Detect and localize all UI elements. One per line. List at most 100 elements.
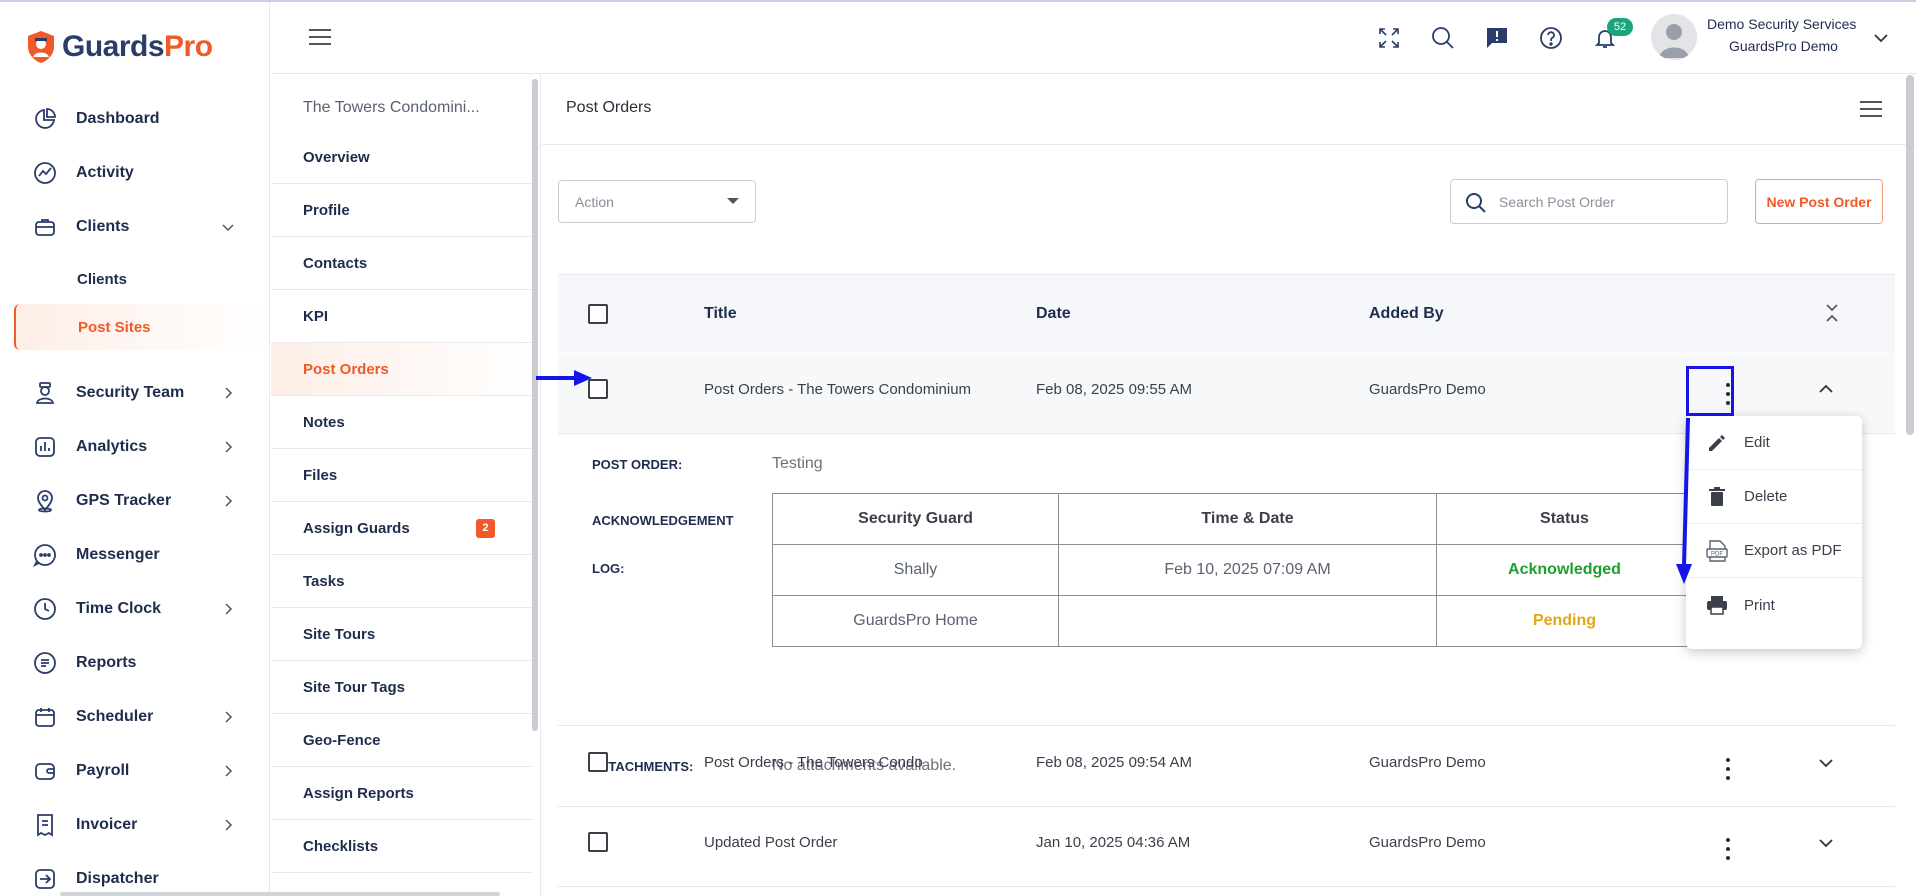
chevron-right-icon[interactable] bbox=[220, 601, 236, 617]
trash-icon bbox=[1704, 484, 1730, 510]
sidebar-item-analytics[interactable]: Analytics bbox=[0, 420, 270, 474]
feedback-icon[interactable] bbox=[1483, 24, 1511, 52]
help-icon[interactable] bbox=[1537, 24, 1565, 52]
menu-item-delete[interactable]: Delete bbox=[1686, 470, 1862, 524]
avatar[interactable] bbox=[1651, 14, 1697, 60]
row-title: Post Orders - The Towers Condominium bbox=[704, 381, 972, 398]
tab-geo-fence[interactable]: Geo-Fence bbox=[271, 714, 533, 767]
action-dropdown[interactable]: Action bbox=[558, 180, 756, 223]
tab-site-tours[interactable]: Site Tours bbox=[271, 608, 533, 661]
row-actions-menu: Edit Delete PDF Export as PDF Print bbox=[1686, 416, 1862, 649]
tab-assign-reports[interactable]: Assign Reports bbox=[271, 767, 533, 820]
sidebar-item-payroll[interactable]: Payroll bbox=[0, 744, 270, 798]
tab-kpi[interactable]: KPI bbox=[271, 290, 533, 343]
more-options-icon[interactable] bbox=[1723, 758, 1733, 780]
chevron-up-icon[interactable] bbox=[1818, 381, 1834, 397]
fullscreen-icon[interactable] bbox=[1375, 24, 1403, 52]
chevron-right-icon[interactable] bbox=[220, 439, 236, 455]
invoice-icon bbox=[30, 810, 60, 840]
chevron-down-icon[interactable] bbox=[220, 219, 236, 235]
tab-checklists[interactable]: Checklists bbox=[271, 820, 533, 873]
tab-overview[interactable]: Overview bbox=[271, 131, 533, 184]
sidebar-item-label: Time Clock bbox=[76, 600, 162, 617]
sidebar-item-reports[interactable]: Reports bbox=[0, 636, 270, 690]
select-all-checkbox[interactable] bbox=[588, 304, 608, 324]
submenu-scrollbar[interactable] bbox=[532, 79, 538, 731]
pdf-icon: PDF bbox=[1704, 538, 1730, 564]
new-post-order-button[interactable]: New Post Order bbox=[1755, 179, 1883, 224]
chat-icon bbox=[30, 540, 60, 570]
hamburger-menu-icon[interactable] bbox=[309, 28, 331, 46]
row-date: Jan 10, 2025 04:36 AM bbox=[1036, 834, 1191, 851]
chevron-down-icon[interactable] bbox=[1873, 30, 1889, 46]
chevron-down-icon[interactable] bbox=[1818, 755, 1834, 771]
logo[interactable]: GuardsPro bbox=[26, 30, 213, 64]
sidebar-item-security-team[interactable]: Security Team bbox=[0, 366, 270, 420]
sidebar: GuardsPro Dashboard Activity Clients Cli… bbox=[0, 2, 270, 896]
sidebar-item-gps-tracker[interactable]: GPS Tracker bbox=[0, 474, 270, 528]
sidebar-subitem-label: Post Sites bbox=[78, 318, 151, 336]
row-date: Feb 08, 2025 09:55 AM bbox=[1036, 381, 1192, 398]
page-scrollbar[interactable] bbox=[1906, 75, 1914, 435]
collapse-all-icon[interactable] bbox=[1825, 303, 1839, 323]
sidebar-subitem-clients[interactable]: Clients bbox=[0, 256, 270, 302]
briefcase-icon bbox=[30, 212, 60, 242]
tab-files[interactable]: Files bbox=[271, 449, 533, 502]
search-icon bbox=[1466, 193, 1486, 213]
ack-status-acknowledged: Acknowledged bbox=[1436, 544, 1693, 596]
chevron-right-icon[interactable] bbox=[220, 385, 236, 401]
sidebar-item-label: Invoicer bbox=[76, 816, 138, 833]
chevron-right-icon[interactable] bbox=[220, 817, 236, 833]
sidebar-item-invoicer[interactable]: Invoicer bbox=[0, 798, 270, 852]
chevron-down-icon[interactable] bbox=[1818, 835, 1834, 851]
column-header-title: Title bbox=[704, 305, 737, 322]
row-added-by: GuardsPro Demo bbox=[1369, 754, 1486, 771]
sidebar-subitem-post-sites[interactable]: Post Sites bbox=[14, 304, 264, 350]
tab-contacts[interactable]: Contacts bbox=[271, 237, 533, 290]
tab-assign-guards[interactable]: Assign Guards 2 bbox=[271, 502, 533, 555]
menu-item-export-pdf[interactable]: PDF Export as PDF bbox=[1686, 524, 1862, 578]
menu-item-print[interactable]: Print bbox=[1686, 578, 1862, 632]
guard-icon bbox=[30, 378, 60, 408]
menu-item-edit[interactable]: Edit bbox=[1686, 416, 1862, 470]
submenu-label: Files bbox=[303, 466, 338, 484]
post-order-label: POST ORDER: bbox=[592, 457, 683, 472]
ack-time: Feb 10, 2025 07:09 AM bbox=[1058, 544, 1437, 596]
tab-profile[interactable]: Profile bbox=[271, 184, 533, 237]
row-checkbox[interactable] bbox=[588, 379, 608, 399]
sidebar-item-dispatcher[interactable]: Dispatcher bbox=[0, 852, 270, 896]
tab-tasks[interactable]: Tasks bbox=[271, 555, 533, 608]
search-input[interactable] bbox=[1499, 190, 1719, 214]
sidebar-item-label: GPS Tracker bbox=[76, 492, 172, 509]
tab-post-orders[interactable]: Post Orders bbox=[271, 343, 533, 396]
tab-notes[interactable]: Notes bbox=[271, 396, 533, 449]
sidebar-item-dashboard[interactable]: Dashboard bbox=[0, 92, 270, 146]
row-checkbox[interactable] bbox=[588, 752, 608, 772]
row-added-by: GuardsPro Demo bbox=[1369, 381, 1486, 398]
more-options-icon[interactable] bbox=[1723, 838, 1733, 860]
horizontal-scrollbar[interactable] bbox=[60, 892, 500, 896]
sidebar-item-time-clock[interactable]: Time Clock bbox=[0, 582, 270, 636]
tab-site-tour-tags[interactable]: Site Tour Tags bbox=[271, 661, 533, 714]
ack-guard: GuardsPro Home bbox=[772, 595, 1059, 647]
table-header: Title Date Added By bbox=[558, 274, 1895, 353]
chevron-right-icon[interactable] bbox=[220, 763, 236, 779]
user-name: GuardsPro Demo bbox=[1729, 38, 1838, 54]
submenu-label: Site Tours bbox=[303, 625, 376, 643]
pencil-icon bbox=[1704, 430, 1730, 456]
guard-shield-logo-icon bbox=[28, 31, 54, 63]
row-checkbox[interactable] bbox=[588, 832, 608, 852]
sidebar-item-clients[interactable]: Clients bbox=[0, 200, 270, 254]
chevron-right-icon[interactable] bbox=[220, 493, 236, 509]
sidebar-item-scheduler[interactable]: Scheduler bbox=[0, 690, 270, 744]
search-icon[interactable] bbox=[1429, 24, 1457, 52]
menu-icon[interactable] bbox=[1860, 101, 1882, 117]
table-row[interactable]: Updated Post Order Jan 10, 2025 04:36 AM… bbox=[558, 807, 1895, 887]
sidebar-item-messenger[interactable]: Messenger bbox=[0, 528, 270, 582]
chevron-right-icon[interactable] bbox=[220, 709, 236, 725]
table-row[interactable]: Post Orders - The Towers Condo Feb 08, 2… bbox=[558, 727, 1895, 807]
submenu-label: Checklists bbox=[303, 837, 379, 855]
row-title: Updated Post Order bbox=[704, 834, 838, 851]
sidebar-item-activity[interactable]: Activity bbox=[0, 146, 270, 200]
submenu-label: Profile bbox=[303, 201, 350, 219]
